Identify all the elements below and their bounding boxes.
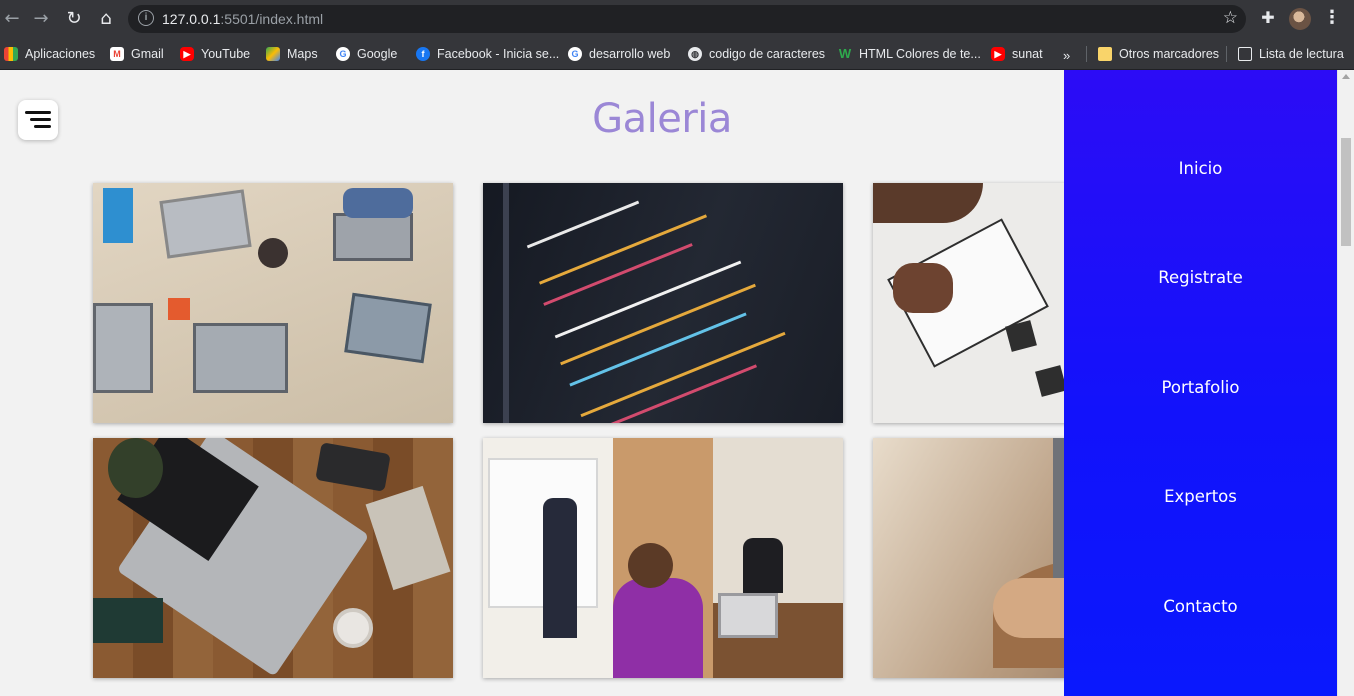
bookmark-label: desarrollo web	[589, 47, 671, 61]
nav-link-inicio[interactable]: Inicio	[1064, 159, 1337, 178]
google-icon: G	[568, 47, 582, 61]
w-icon: W	[838, 46, 852, 61]
forward-arrow-icon[interactable]: →	[29, 7, 53, 31]
url-host: 127.0.0.1	[162, 11, 221, 27]
nav-link-portafolio[interactable]: Portafolio	[1064, 378, 1337, 397]
page-scrollbar[interactable]	[1337, 70, 1354, 696]
apps-icon	[4, 47, 18, 61]
page-content: Galeria Inicio Registrate Portafolio Exp…	[0, 70, 1337, 696]
back-arrow-icon[interactable]: ←	[0, 7, 24, 31]
photo-whiteboard-meeting[interactable]	[483, 438, 843, 678]
bookmark-gmail[interactable]: M Gmail	[110, 44, 164, 64]
bookmark-label: YouTube	[201, 47, 251, 61]
reload-icon[interactable]: ↻	[62, 7, 86, 31]
nav-link-expertos[interactable]: Expertos	[1064, 487, 1337, 506]
browser-toolbar: ← → ↻ ⌂ i 127.0.0.1:5501/index.html ☆ ✚ …	[0, 0, 1354, 38]
bookmark-star-icon[interactable]: ☆	[1223, 8, 1238, 28]
browser-menu-icon[interactable]: ⋮	[1322, 7, 1342, 31]
bookmark-label: Gmail	[131, 47, 164, 61]
reading-list-label: Lista de lectura	[1259, 47, 1344, 61]
photo-code-screen[interactable]	[483, 183, 843, 423]
bookmark-label: Facebook - Inicia se...	[437, 47, 560, 61]
facebook-icon: f	[416, 47, 430, 61]
bookmark-youtube[interactable]: ▶ YouTube	[180, 44, 250, 64]
gmail-icon: M	[110, 47, 124, 61]
bookmark-other-folder[interactable]: Otros marcadores	[1098, 44, 1219, 64]
bookmarks-bar: Aplicaciones M Gmail ▶ YouTube Maps G Googl…	[0, 38, 1354, 70]
nav-link-contacto[interactable]: Contacto	[1064, 597, 1337, 616]
bookmark-codigo-caracteres[interactable]: ◍ codigo de caracteres	[688, 44, 825, 64]
extensions-puzzle-icon[interactable]: ✚	[1258, 8, 1278, 28]
globe-icon: ◍	[688, 47, 702, 61]
folder-icon	[1098, 47, 1112, 61]
photo-laptop-wood-table[interactable]	[93, 438, 453, 678]
bookmark-label: Google	[357, 47, 398, 61]
bookmark-maps[interactable]: Maps	[266, 44, 318, 64]
bookmark-facebook[interactable]: f Facebook - Inicia se...	[416, 44, 559, 64]
bookmark-label: HTML Colores de te...	[859, 47, 981, 61]
youtube-icon: ▶	[180, 47, 194, 61]
scroll-up-arrow-icon[interactable]	[1342, 74, 1350, 79]
bookmark-html-colores[interactable]: W HTML Colores de te...	[838, 44, 981, 64]
bookmark-label: Aplicaciones	[25, 47, 96, 61]
home-icon[interactable]: ⌂	[94, 7, 118, 31]
reading-list-icon	[1238, 47, 1252, 61]
scrollbar-thumb[interactable]	[1341, 138, 1351, 246]
bookmarks-divider	[1226, 46, 1227, 62]
bookmark-google[interactable]: G Google	[336, 44, 397, 64]
bookmark-label: Otros marcadores	[1119, 47, 1220, 61]
url-text: 127.0.0.1:5501/index.html	[162, 11, 323, 27]
url-path: :5501/index.html	[220, 11, 324, 27]
bookmarks-divider	[1086, 46, 1087, 62]
google-icon: G	[336, 47, 350, 61]
nav-link-registrate[interactable]: Registrate	[1064, 268, 1337, 287]
bookmark-sunat[interactable]: ▶ sunat	[991, 44, 1043, 64]
youtube-icon: ▶	[991, 47, 1005, 61]
bookmark-label: Maps	[287, 47, 318, 61]
photo-team-desk-laptops[interactable]	[93, 183, 453, 423]
bookmark-aplicaciones[interactable]: Aplicaciones	[4, 44, 95, 64]
bookmark-label: sunat	[1012, 47, 1043, 61]
reading-list[interactable]: Lista de lectura	[1238, 44, 1344, 64]
bookmarks-overflow-chevron[interactable]: »	[1063, 48, 1070, 63]
profile-avatar[interactable]	[1289, 8, 1311, 30]
side-nav-panel: Inicio Registrate Portafolio Expertos Co…	[1064, 70, 1337, 696]
bookmark-label: codigo de caracteres	[709, 47, 826, 61]
address-bar[interactable]: i 127.0.0.1:5501/index.html ☆	[128, 5, 1246, 33]
site-info-icon[interactable]: i	[138, 10, 154, 26]
maps-icon	[266, 47, 280, 61]
bookmark-desarrollo-web[interactable]: Gdesarrollo web	[568, 44, 670, 64]
